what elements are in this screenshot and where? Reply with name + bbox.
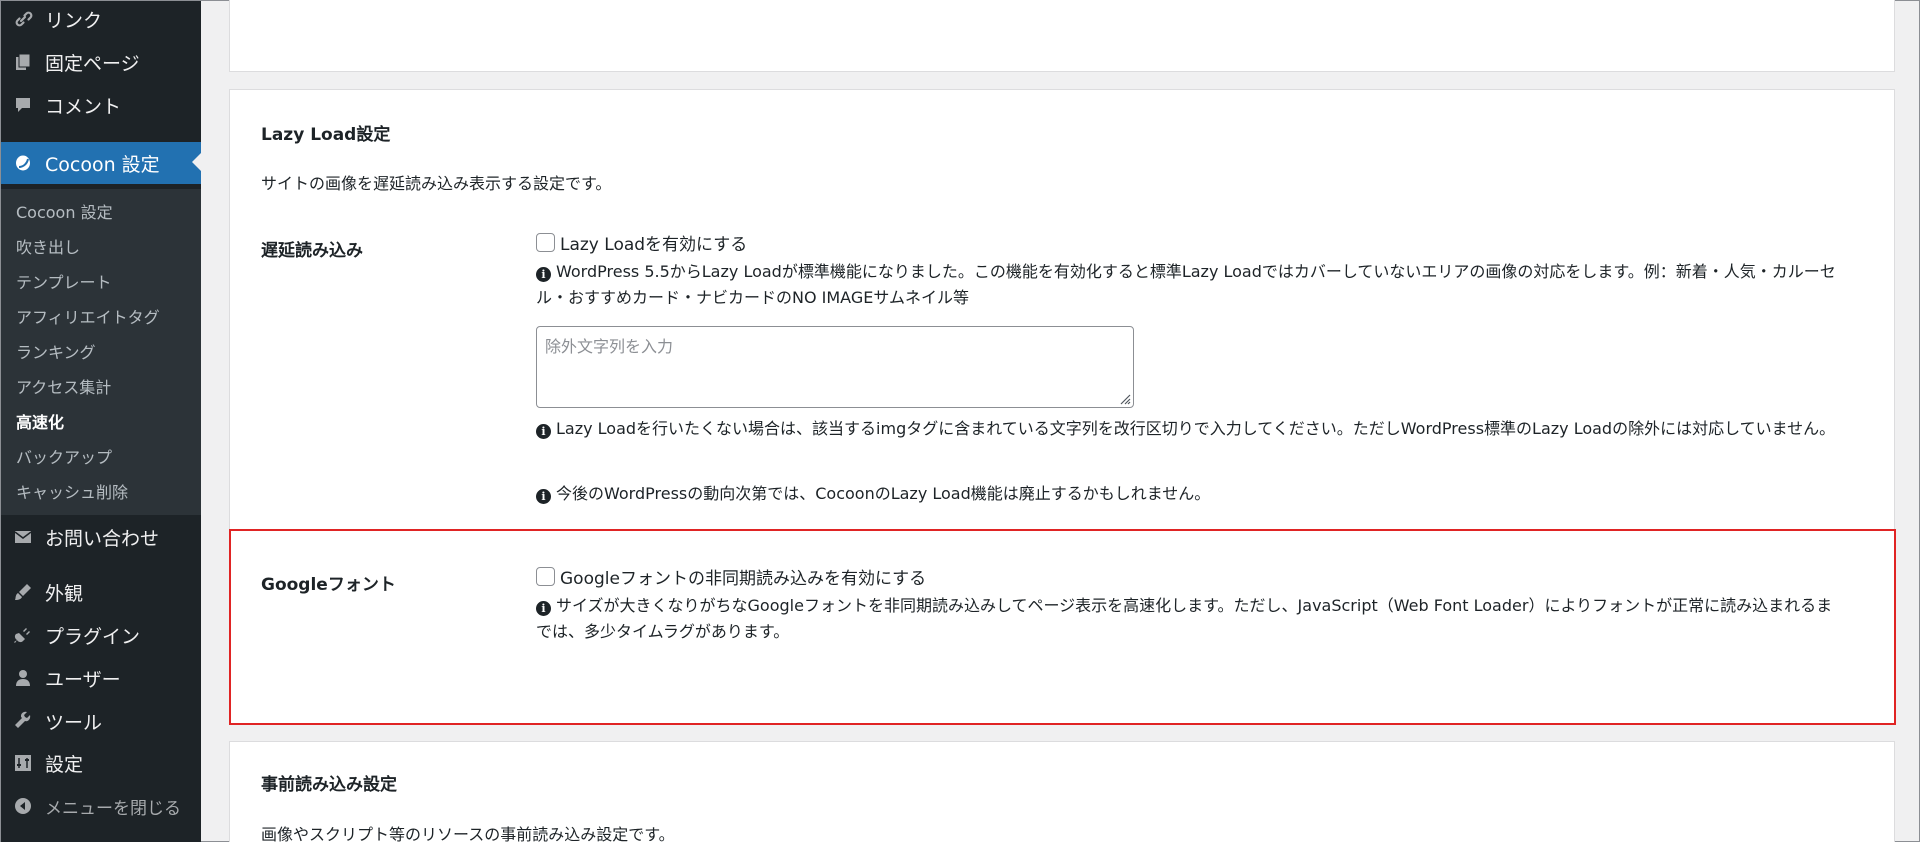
menu-label: コメント [45,95,122,118]
menu-item-cocoon[interactable]: Cocoon 設定 [1,142,201,184]
menu-item-tools[interactable]: ツール [1,701,201,741]
admin-sidebar: リンク 固定ページ コメント Cocoon 設定 Cocoon 設定 吹き出し … [1,1,201,842]
pages-icon [13,52,33,72]
lazy-load-note-text: WordPress 5.5からLazy Loadが標準機能になりました。この機能… [536,262,1836,307]
brush-icon [13,582,33,602]
menu-label: 設定 [45,753,84,776]
previous-settings-card [229,0,1895,72]
info-icon: i [536,489,551,504]
submenu-item-affiliate-tag[interactable]: アフィリエイトタグ [16,304,160,328]
lazy-load-section-title: Lazy Load設定 [261,125,391,145]
menu-label: ユーザー [45,668,121,691]
exclude-strings-textarea[interactable]: 除外文字列を入力 [536,326,1134,408]
lazy-load-checkbox-row[interactable]: Lazy Loadを有効にする [536,230,747,255]
submenu-item-cocoon-settings[interactable]: Cocoon 設定 [16,199,113,223]
lazy-load-description: サイトの画像を遅延読み込み表示する設定です。 [261,174,612,193]
menu-label: Cocoon 設定 [45,153,160,176]
google-font-note-text: サイズが大きくなりがちなGoogleフォントを非同期読み込みしてページ表示を高速… [536,596,1833,641]
lazy-load-note: i WordPress 5.5からLazy Loadが標準機能になりました。この機… [536,259,1846,311]
deprecation-note: i 今後のWordPressの動向次第では、CocoonのLazy Load機能は… [536,481,1846,507]
submenu-item-speedup[interactable]: 高速化 [16,409,64,433]
submenu-item-backup[interactable]: バックアップ [16,444,112,468]
user-icon [13,668,33,688]
cocoon-submenu: Cocoon 設定 吹き出し テンプレート アフィリエイトタグ ランキング アク… [1,189,201,515]
resize-grip-icon[interactable] [1117,391,1131,405]
plugin-icon [13,625,33,645]
submenu-item-balloon[interactable]: 吹き出し [16,234,80,258]
collapse-menu-button[interactable]: メニューを閉じる [1,786,201,826]
submenu-item-access-count[interactable]: アクセス集計 [16,374,111,398]
exclude-note: i Lazy Loadを行いたくない場合は、該当するimgタグに含まれている文字列… [536,416,1846,442]
menu-item-pages[interactable]: 固定ページ [1,42,201,82]
lazy-load-card: Lazy Load設定 サイトの画像を遅延読み込み表示する設定です。 遅延読み込… [229,89,1895,725]
google-font-checkbox-label: Googleフォントの非同期読み込みを有効にする [560,569,927,589]
menu-label: 外観 [45,582,84,605]
google-font-checkbox[interactable] [536,567,555,586]
menu-label: プラグイン [45,625,141,648]
submenu-item-template[interactable]: テンプレート [16,269,112,293]
exclude-strings-placeholder: 除外文字列を入力 [545,337,674,356]
menu-label: リンク [45,9,103,32]
menu-item-appearance[interactable]: 外観 [1,572,201,612]
menu-item-comments[interactable]: コメント [1,85,201,125]
link-icon [13,9,33,29]
lazy-load-checkbox-label: Lazy Loadを有効にする [560,235,748,255]
menu-label: ツール [45,711,103,734]
menu-item-links[interactable]: リンク [1,0,201,39]
collapse-icon [13,796,33,816]
comment-icon [13,95,33,115]
google-font-note: i サイズが大きくなりがちなGoogleフォントを非同期読み込みしてページ表示を高… [536,593,1846,645]
wrench-icon [13,711,33,731]
exclude-note-text: Lazy Loadを行いたくない場合は、該当するimgタグに含まれている文字列を… [556,419,1836,438]
submenu-item-ranking[interactable]: ランキング [16,339,96,363]
google-font-row-label: Googleフォント [261,575,396,595]
deprecation-note-text: 今後のWordPressの動向次第では、CocoonのLazy Load機能は廃… [556,484,1211,503]
menu-item-users[interactable]: ユーザー [1,658,201,698]
menu-label: 固定ページ [45,52,140,75]
menu-item-plugins[interactable]: プラグイン [1,615,201,655]
info-icon: i [536,267,551,282]
menu-label: お問い合わせ [45,527,160,550]
menu-label: メニューを閉じる [45,798,181,819]
menu-item-settings[interactable]: 設定 [1,743,201,783]
lazy-load-row-label: 遅延読み込み [261,241,363,261]
cocoon-icon [13,153,33,173]
google-font-checkbox-row[interactable]: Googleフォントの非同期読み込みを有効にする [536,564,926,589]
info-icon: i [536,424,551,439]
lazy-load-checkbox[interactable] [536,233,555,252]
menu-item-contact[interactable]: お問い合わせ [1,517,201,557]
mail-icon [13,527,33,547]
preload-description: 画像やスクリプト等のリソースの事前読み込み設定です。 [261,825,675,842]
preload-card: 事前読み込み設定 画像やスクリプト等のリソースの事前読み込み設定です。 [229,741,1895,842]
submenu-item-cache-clear[interactable]: キャッシュ削除 [16,479,128,503]
settings-icon [13,753,33,773]
preload-section-title: 事前読み込み設定 [261,775,397,795]
info-icon: i [536,601,551,616]
